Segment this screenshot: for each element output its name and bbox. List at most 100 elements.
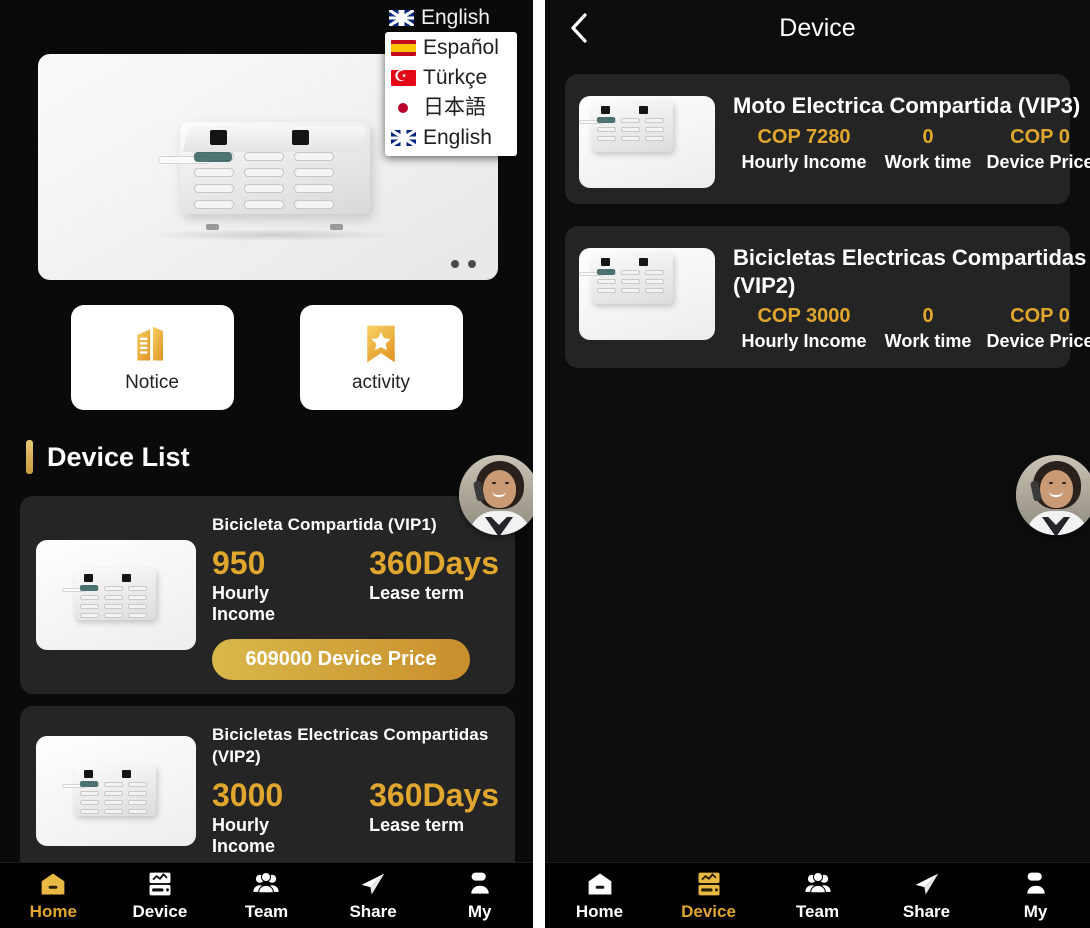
device-list-header: Device List [26,440,190,474]
device-stats: COP 3000 Hourly Income 0 Work time COP 0… [733,305,1090,352]
device-card-vip2[interactable]: Bicicletas Electricas Compartidas (VIP2)… [20,706,515,876]
stat-label: Hourly Income [212,815,335,857]
nav-item-device[interactable]: Device [107,870,214,922]
device-card-vip1[interactable]: Bicicleta Compartida (VIP1) 950 Hourly I… [20,496,515,694]
user-person-icon [1021,870,1051,898]
device-stats: 950 Hourly Income 360Days Lease term [212,547,499,625]
flag-uk-icon [389,10,414,26]
language-option-tr[interactable]: Türkçe [385,63,517,93]
language-option-label: Español [423,34,499,62]
nav-label: Share [349,902,396,922]
language-option-label: English [423,124,492,152]
language-option-ja[interactable]: 日本語 [385,93,517,123]
team-people-icon [251,870,281,898]
stat-label: Lease term [369,583,499,604]
stat-work-time: 0 Work time [875,126,981,173]
paper-plane-icon [358,870,388,898]
nav-item-home[interactable]: Home [545,870,654,922]
device-list: Bicicleta Compartida (VIP1) 950 Hourly I… [20,496,515,888]
device-name: Bicicleta Compartida (VIP1) [212,514,499,537]
device-thumbnail [36,540,196,650]
stat-value: COP 0 [981,126,1090,149]
device-page-header: Device [545,0,1090,56]
notice-button[interactable]: Notice [71,305,234,410]
home-icon [585,870,615,898]
device-card-vip3[interactable]: Moto Electrica Compartida (VIP3) COP 728… [565,74,1070,204]
stat-label: Hourly Income [733,152,875,173]
carousel-dot[interactable] [468,260,476,268]
device-price-button[interactable]: 609000 Device Price [212,639,470,680]
device-name: Moto Electrica Compartida (VIP3) [733,92,1090,120]
language-selector[interactable]: English Español Türkçe 日本語 English [385,4,525,156]
bottom-nav-home: Home Device Team [0,862,533,928]
nav-item-share[interactable]: Share [872,870,981,922]
stat-label: Hourly Income [212,583,335,625]
nav-item-device[interactable]: Device [654,870,763,922]
language-option-es[interactable]: Español [385,33,517,63]
device-thumbnail [579,248,715,340]
carousel-dots[interactable] [451,260,476,268]
language-option-label: 日本語 [423,94,486,122]
flag-japan-icon [391,100,416,116]
language-dropdown-menu[interactable]: Español Türkçe 日本語 English [385,32,517,156]
device-card-list: Moto Electrica Compartida (VIP3) COP 728… [545,56,1090,368]
stat-work-time: 0 Work time [875,305,981,352]
stat-hourly-income: COP 7280 Hourly Income [733,126,875,173]
flag-turkey-icon [391,70,416,86]
carousel-dot[interactable] [451,260,459,268]
stat-value: 360Days [369,547,499,581]
home-icon [38,870,68,898]
notice-label: Notice [125,372,179,394]
device-thumbnail [36,736,196,846]
page-title: Device List [47,442,190,473]
support-agent-avatar[interactable] [1016,455,1090,535]
nav-label: My [1024,902,1048,922]
nav-item-team[interactable]: Team [213,870,320,922]
nav-label: Device [681,902,736,922]
nav-label: Home [30,902,77,922]
language-current[interactable]: English [385,4,525,32]
stat-value: 0 [875,305,981,328]
device-stats: COP 7280 Hourly Income 0 Work time COP 0… [733,126,1090,173]
nav-label: Device [132,902,187,922]
stat-label: Work time [875,331,981,352]
nav-item-my[interactable]: My [426,870,533,922]
stat-label: Hourly Income [733,331,875,352]
stat-device-price: COP 0 Device Price [981,305,1090,352]
stat-value: 950 [212,547,335,581]
nav-item-share[interactable]: Share [320,870,427,922]
quick-actions: Notice activity [0,305,533,410]
bookmark-star-icon [358,322,404,366]
nav-label: Home [576,902,623,922]
device-monitor-icon [694,870,724,898]
device-card-vip2[interactable]: Bicicletas Electricas Compartidas (VIP2)… [565,226,1070,368]
support-agent-avatar[interactable] [459,455,533,535]
stat-hourly-income: COP 3000 Hourly Income [733,305,875,352]
home-screen: English Español Türkçe 日本語 English [0,0,533,928]
nav-item-my[interactable]: My [981,870,1090,922]
back-button[interactable] [559,8,599,48]
screen-divider [533,0,545,928]
dual-screenshot: English Español Türkçe 日本語 English [0,0,1090,928]
stat-lease-term: 360Days Lease term [369,779,499,857]
stat-label: Work time [875,152,981,173]
stat-device-price: COP 0 Device Price [981,126,1090,173]
nav-item-team[interactable]: Team [763,870,872,922]
device-monitor-icon [145,870,175,898]
accent-bar [26,440,33,474]
stat-value: 360Days [369,779,499,813]
charging-station-image [158,116,408,226]
stat-value: 3000 [212,779,335,813]
stat-label: Device Price [981,331,1090,352]
building-chart-icon [129,322,175,366]
device-stats: 3000 Hourly Income 360Days Lease term [212,779,499,857]
language-option-en[interactable]: English [385,123,517,153]
device-name: Bicicletas Electricas Compartidas (VIP2) [733,244,1090,299]
stat-value: COP 7280 [733,126,875,149]
nav-label: My [468,902,492,922]
nav-item-home[interactable]: Home [0,870,107,922]
flag-spain-icon [391,40,416,56]
activity-label: activity [352,372,410,394]
device-name: Bicicletas Electricas Compartidas (VIP2) [212,724,499,770]
activity-button[interactable]: activity [300,305,463,410]
